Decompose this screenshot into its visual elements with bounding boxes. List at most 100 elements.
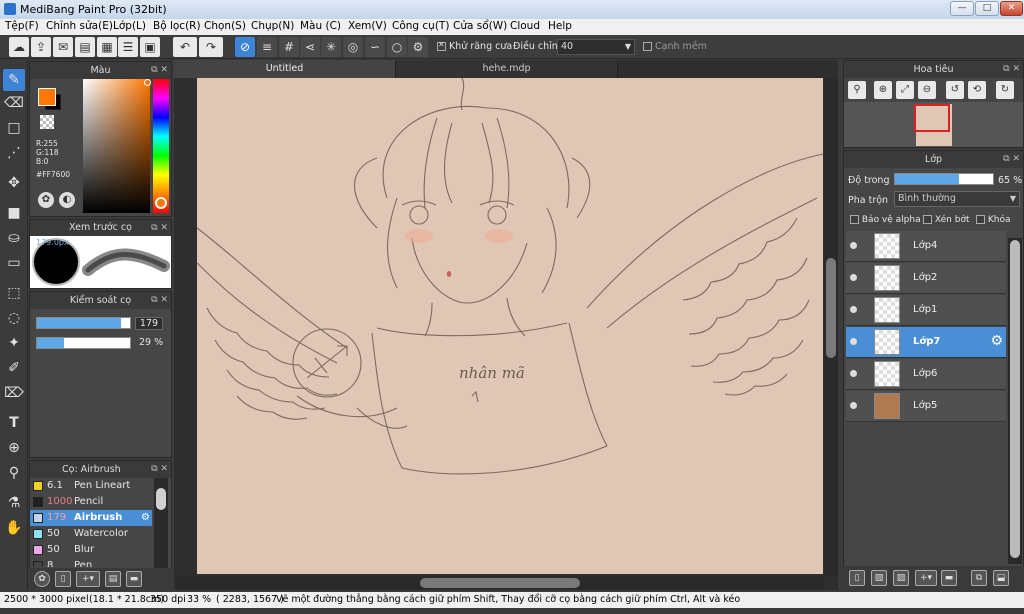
brush-item-selected[interactable]: 179 Airbrush ⚙ xyxy=(30,510,152,526)
brush-list-scrollbar[interactable] xyxy=(154,478,168,568)
concentric-snap-icon[interactable]: ◎ xyxy=(343,37,363,57)
navigator-viewport-frame[interactable] xyxy=(914,104,950,132)
layer-row[interactable]: Lớp4 xyxy=(846,231,1006,262)
zoom-out-icon[interactable]: ⊖ xyxy=(918,81,936,99)
menu-tools[interactable]: Công cụ(T) xyxy=(392,20,449,32)
antialias-toggle[interactable]: Khử răng cưa xyxy=(437,40,512,52)
list-view-icon[interactable]: ☰ xyxy=(118,37,138,57)
new-8bit-layer-icon[interactable]: ▨ xyxy=(893,570,909,586)
grid-view-icon[interactable]: ▦ xyxy=(97,37,117,57)
cloud-icon[interactable]: ☁ xyxy=(9,37,29,57)
brush-size-value[interactable]: 179 xyxy=(135,317,163,330)
layout-icon[interactable]: ▣ xyxy=(140,37,160,57)
brush-settings-icon[interactable]: ▤ xyxy=(105,571,121,587)
rectangle-tool-icon[interactable]: □ xyxy=(3,117,25,139)
layer-opacity-slider[interactable] xyxy=(894,173,994,185)
palette-icon[interactable]: ✿ xyxy=(38,192,54,208)
gradient-tool-icon[interactable]: ▭ xyxy=(3,252,25,274)
clipping-checkbox[interactable] xyxy=(923,215,932,224)
brush-cloud-icon[interactable]: ✿ xyxy=(34,571,50,587)
layer-row[interactable]: Lớp2 xyxy=(846,263,1006,294)
burst-snap-icon[interactable]: ✳ xyxy=(321,37,341,57)
new-halftone-layer-icon[interactable]: ▧ xyxy=(871,570,887,586)
snap-off-icon[interactable]: ⊘ xyxy=(235,37,255,57)
tab-hehe-mdp[interactable]: hehe.mdp xyxy=(396,60,618,78)
radial-snap-icon[interactable]: ⋖ xyxy=(300,37,320,57)
scrollbar-thumb[interactable] xyxy=(826,258,836,358)
operation-tool-icon[interactable]: ⊕ xyxy=(3,437,25,459)
layer-row[interactable]: Lớp1 xyxy=(846,295,1006,326)
transparent-color-swatch[interactable] xyxy=(40,115,54,129)
add-layer-menu-icon[interactable]: +▾ xyxy=(915,570,937,586)
dropper-tool-icon[interactable]: ⚲ xyxy=(3,462,25,484)
eye-icon[interactable] xyxy=(850,242,857,249)
eye-icon[interactable] xyxy=(850,370,857,377)
eye-icon[interactable] xyxy=(850,338,857,345)
layer-list-scrollbar[interactable] xyxy=(1008,238,1022,564)
zoom-in-icon[interactable]: ⊕ xyxy=(874,81,892,99)
brush-item[interactable]: 8 Pen xyxy=(30,558,152,567)
bucket-tool-icon[interactable]: ⛀ xyxy=(3,227,25,249)
panel-window-icons[interactable]: ⧉ ✕ xyxy=(151,220,168,236)
menu-filter[interactable]: Bộ lọc(R) xyxy=(153,20,201,32)
navigator-preview[interactable] xyxy=(844,102,1023,147)
comment-icon[interactable]: ✉ xyxy=(53,37,73,57)
canvas-horizontal-scrollbar[interactable] xyxy=(176,576,824,590)
protect-alpha-checkbox[interactable] xyxy=(850,215,859,224)
layer-folder-icon[interactable]: ▬ xyxy=(941,570,957,586)
merge-layer-icon[interactable]: ⬓ xyxy=(993,570,1009,586)
menu-window[interactable]: Cửa sổ(W) xyxy=(453,20,507,32)
brush-tool-icon[interactable]: ✎ xyxy=(3,69,25,91)
eye-icon[interactable] xyxy=(850,402,857,409)
menu-layer[interactable]: Lớp(L) xyxy=(113,20,146,32)
drawing-canvas[interactable]: nhân mã xyxy=(197,78,823,574)
text-tool-icon[interactable]: T xyxy=(3,412,25,434)
brush-folder-icon[interactable]: ▬ xyxy=(126,571,142,587)
select-pen-icon[interactable]: ✐ xyxy=(3,357,25,379)
menu-capture[interactable]: Chụp(N) xyxy=(251,20,294,32)
eyedropper-icon[interactable]: ⚗ xyxy=(3,492,25,514)
brush-item[interactable]: 50 Blur xyxy=(30,542,152,558)
menu-file[interactable]: Tệp(F) xyxy=(5,20,39,32)
minimize-button[interactable]: — xyxy=(950,1,974,16)
curve-snap-icon[interactable]: ∽ xyxy=(365,37,385,57)
gear-icon[interactable]: ⚙ xyxy=(141,510,150,526)
undo-icon[interactable]: ↶ xyxy=(173,37,197,57)
parallel-snap-icon[interactable]: ≡ xyxy=(257,37,277,57)
rotate-right-icon[interactable]: ↻ xyxy=(996,81,1014,99)
hue-slider-handle[interactable] xyxy=(155,197,167,209)
menu-cloud[interactable]: Cloud xyxy=(510,20,540,32)
tab-untitled[interactable]: Untitled xyxy=(174,60,396,78)
scrollbar-thumb[interactable] xyxy=(1010,240,1020,558)
menu-edit[interactable]: Chỉnh sửa(E) xyxy=(46,20,113,32)
eye-icon[interactable] xyxy=(850,274,857,281)
fill-rect-tool-icon[interactable]: ■ xyxy=(3,202,25,224)
protect-alpha-toggle[interactable]: Bảo vệ alpha xyxy=(850,215,921,225)
brush-item[interactable]: 50 Watercolor xyxy=(30,526,152,542)
fit-screen-icon[interactable]: ⤢ xyxy=(896,81,914,99)
lock-checkbox[interactable] xyxy=(976,215,985,224)
brush-item[interactable]: 1000 Pencil xyxy=(30,494,152,510)
panel-window-icons[interactable]: ⧉ ✕ xyxy=(151,292,168,309)
menu-color[interactable]: Màu (C) xyxy=(300,20,341,32)
menu-view[interactable]: Xem(V) xyxy=(348,20,387,32)
scrollbar-thumb[interactable] xyxy=(156,488,166,510)
grid-snap-icon[interactable]: # xyxy=(279,37,299,57)
foreground-color-swatch[interactable] xyxy=(38,88,56,106)
circle-snap-icon[interactable]: ○ xyxy=(387,37,407,57)
brush-opacity-slider[interactable] xyxy=(36,337,131,349)
dot-tool-icon[interactable]: ⋰ xyxy=(3,142,25,164)
new-layer-icon[interactable]: ▯ xyxy=(849,570,865,586)
color-wheel-icon[interactable]: ◐ xyxy=(59,192,75,208)
reset-rotation-icon[interactable]: ⟲ xyxy=(968,81,986,99)
redo-icon[interactable]: ↷ xyxy=(199,37,223,57)
magic-wand-icon[interactable]: ✦ xyxy=(3,332,25,354)
brush-size-slider[interactable] xyxy=(36,317,131,329)
color-picker-cursor[interactable] xyxy=(144,79,151,86)
blend-mode-select[interactable]: Bình thường ▼ xyxy=(894,191,1020,207)
canvas-vertical-scrollbar[interactable] xyxy=(824,78,838,576)
softedge-checkbox[interactable] xyxy=(643,42,652,51)
layer-row-selected[interactable]: Lớp7 ⚙ xyxy=(846,327,1006,358)
panel-window-icons[interactable]: ⧉ ✕ xyxy=(1003,151,1020,168)
hue-slider[interactable] xyxy=(153,79,169,213)
